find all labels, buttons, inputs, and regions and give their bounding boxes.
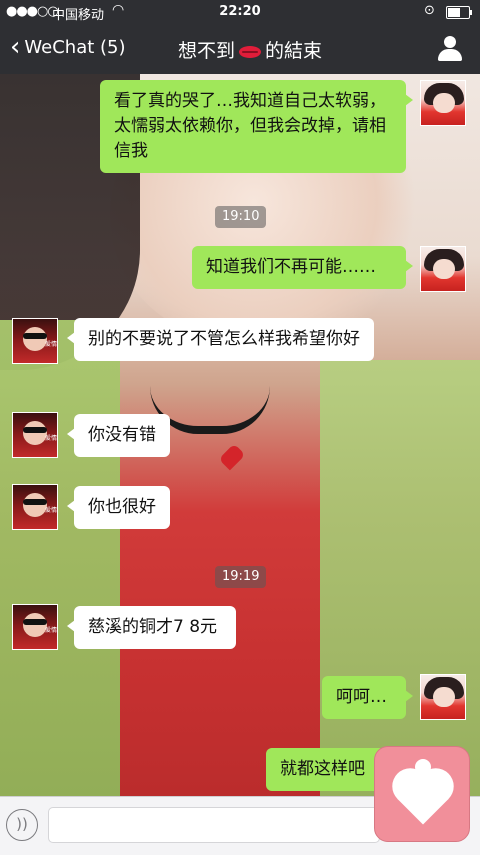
person-icon[interactable] <box>438 36 462 62</box>
message-input[interactable] <box>48 807 380 843</box>
back-button[interactable]: ‹ WeChat (5) <box>10 34 126 60</box>
timestamp: 19:19 <box>215 566 267 588</box>
status-time: 22:20 <box>219 4 261 19</box>
message-bubble-outgoing[interactable]: 呵呵… <box>322 676 413 719</box>
voice-icon[interactable]: )) <box>6 809 38 841</box>
chat-title: 想不到 的結束 <box>140 36 360 63</box>
message-bubble-incoming[interactable]: 你没有错 <box>67 414 170 457</box>
my-avatar[interactable] <box>420 80 466 126</box>
chat-title-left: 想不到 <box>177 40 235 62</box>
message-bubble-incoming[interactable]: 慈溪的铜才7 8元 <box>67 606 236 649</box>
background-photo-sweater-left <box>0 320 120 854</box>
message-bubble-incoming[interactable]: 别的不要说了不管怎么样我希望你好 <box>67 318 374 361</box>
chat-title-right: 的結束 <box>265 40 323 62</box>
contact-avatar[interactable]: 爱情 <box>12 484 58 530</box>
my-avatar[interactable] <box>420 674 466 720</box>
lips-emoji-icon <box>239 45 261 58</box>
message-bubble-outgoing[interactable]: 看了真的哭了…我知道自己太软弱，太懦弱太依赖你，但我会改掉，请相信我 <box>100 80 413 173</box>
battery-icon <box>446 6 472 19</box>
my-avatar[interactable] <box>420 246 466 292</box>
status-bar: ●●●○○ 中国移动 ◠ 22:20 ⊙ <box>0 0 480 24</box>
rotation-lock-icon: ⊙ <box>424 3 435 18</box>
chevron-left-icon: ‹ <box>10 32 21 62</box>
message-bubble-outgoing[interactable]: 知道我们不再可能…… <box>192 246 413 289</box>
heart-sticker-icon[interactable] <box>374 746 470 842</box>
message-bubble-incoming[interactable]: 你也很好 <box>67 486 170 529</box>
message-bubble-outgoing[interactable]: 就都这样吧 <box>266 748 393 791</box>
contact-avatar[interactable]: 爱情 <box>12 318 58 364</box>
contact-avatar[interactable]: 爱情 <box>12 412 58 458</box>
contact-avatar[interactable]: 爱情 <box>12 604 58 650</box>
navigation-bar: ‹ WeChat (5) 想不到 的結束 <box>0 24 480 74</box>
back-label: WeChat (5) <box>24 36 126 58</box>
timestamp: 19:10 <box>215 206 267 228</box>
